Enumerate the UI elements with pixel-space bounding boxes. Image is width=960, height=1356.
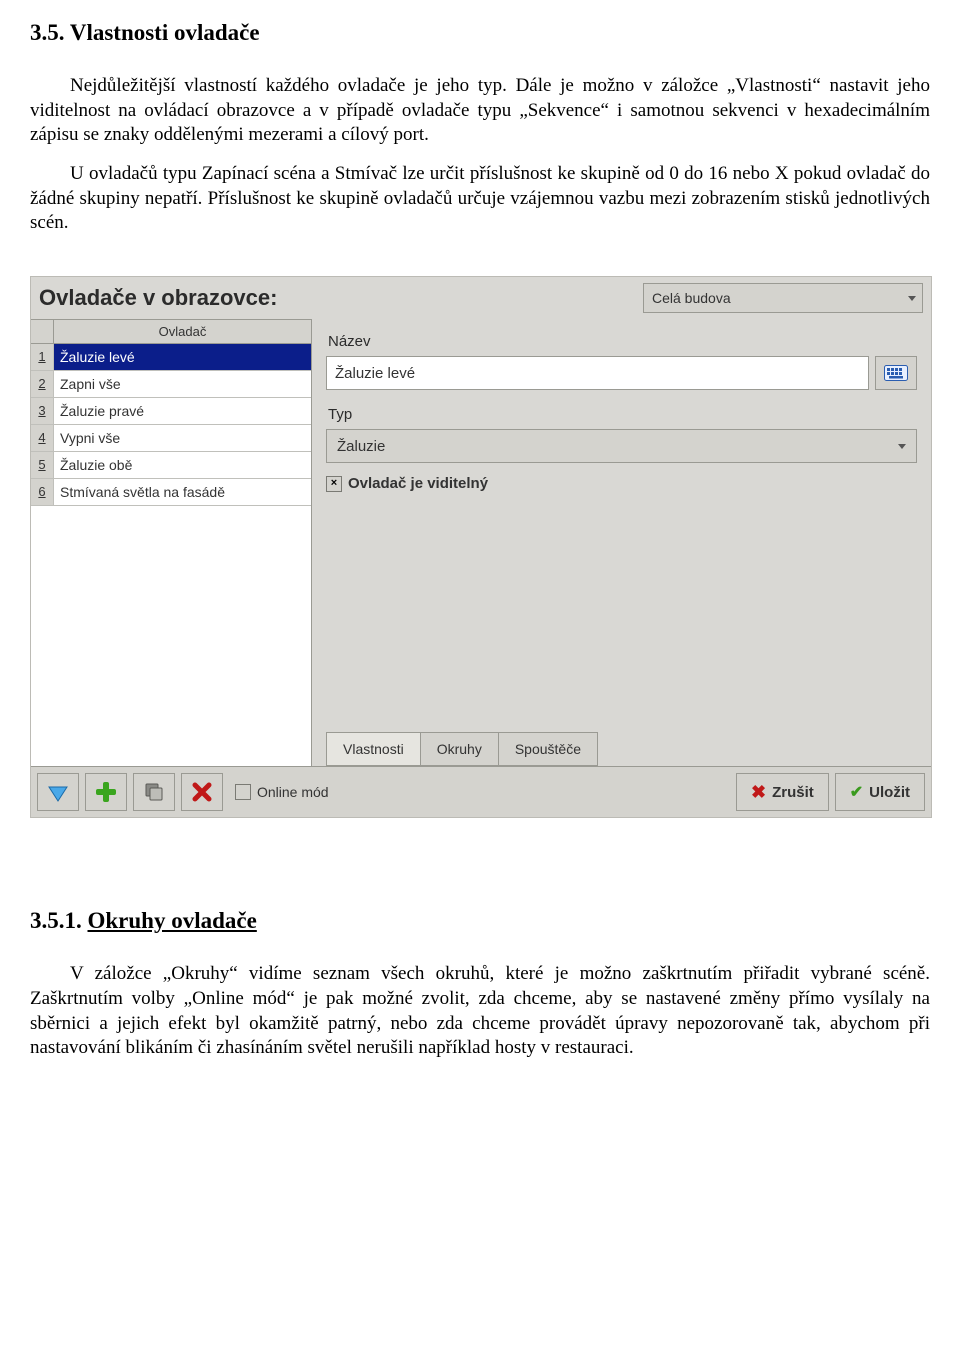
tabs: Vlastnosti Okruhy Spouštěče [326,732,917,766]
name-input[interactable]: Žaluzie levé [326,356,869,390]
copy-icon [143,781,165,803]
body-paragraph-2: U ovladačů typu Zapínací scéna a Stmívač… [30,162,930,236]
visible-checkbox-row[interactable]: × Ovladač je viditelný [326,475,917,492]
controllers-panel: Ovladače v obrazovce: Celá budova Ovlada… [30,276,932,818]
arrow-down-icon [47,781,69,803]
keyboard-icon [884,365,908,381]
online-mode-toggle[interactable]: Online mód [235,784,329,800]
row-number: 3 [31,398,54,424]
visible-checkbox[interactable]: × [326,476,342,492]
list-row[interactable]: 2 Zapni vše [31,371,311,398]
copy-button[interactable] [133,773,175,811]
chevron-down-icon [898,444,906,449]
scope-select[interactable]: Celá budova [643,283,923,313]
row-label: Žaluzie obě [54,452,311,478]
cancel-icon: ✖ [751,782,766,803]
tab-circuits[interactable]: Okruhy [420,732,499,766]
check-icon: ✔ [850,782,863,802]
row-label: Vypni vše [54,425,311,451]
row-label: Stmívaná světla na fasádě [54,479,311,505]
row-number: 4 [31,425,54,451]
list-row[interactable]: 4 Vypni vše [31,425,311,452]
sub-heading-text: Okruhy ovladače [88,908,257,933]
cancel-button[interactable]: ✖ Zrušit [736,773,829,811]
list-header-label: Ovladač [54,320,311,343]
tab-properties[interactable]: Vlastnosti [326,732,421,766]
type-select[interactable]: Žaluzie [326,429,917,463]
online-mode-checkbox[interactable] [235,784,251,800]
add-button[interactable] [85,773,127,811]
onscreen-keyboard-button[interactable] [875,356,917,390]
sub-heading: 3.5.1. Okruhy ovladače [30,908,930,934]
save-button[interactable]: ✔ Uložit [835,773,925,811]
row-label: Zapni vše [54,371,311,397]
row-number: 5 [31,452,54,478]
list-row[interactable]: 3 Žaluzie pravé [31,398,311,425]
form-column: Název Žaluzie levé Typ [312,319,931,766]
list-rows: 1 Žaluzie levé 2 Zapni vše 3 Žaluzie pra… [31,344,311,766]
visible-checkbox-label: Ovladač je viditelný [348,475,488,492]
sub-heading-number: 3.5.1. [30,908,82,933]
cancel-button-label: Zrušit [772,784,814,801]
move-down-button[interactable] [37,773,79,811]
panel-title: Ovladače v obrazovce: [39,285,277,311]
row-number: 2 [31,371,54,397]
online-mode-label: Online mód [257,784,329,800]
row-number: 1 [31,344,54,370]
panel-body: Ovladač 1 Žaluzie levé 2 Zapni vše 3 Žal… [31,319,931,766]
delete-button[interactable] [181,773,223,811]
list-header: Ovladač [31,320,311,344]
chevron-down-icon [908,296,916,301]
controller-list: Ovladač 1 Žaluzie levé 2 Zapni vše 3 Žal… [31,319,312,766]
plus-icon [94,780,118,804]
save-button-label: Uložit [869,784,910,801]
list-row[interactable]: 6 Stmívaná světla na fasádě [31,479,311,506]
panel-footer: Online mód ✖ Zrušit ✔ Uložit [31,766,931,817]
name-label: Název [328,333,917,350]
list-row[interactable]: 5 Žaluzie obě [31,452,311,479]
row-label: Žaluzie pravé [54,398,311,424]
panel-header: Ovladače v obrazovce: Celá budova [31,277,931,319]
name-input-value: Žaluzie levé [335,365,415,382]
row-label: Žaluzie levé [54,344,311,370]
type-select-value: Žaluzie [337,438,385,455]
scope-select-value: Celá budova [652,290,731,306]
list-header-num [31,320,54,343]
x-icon [191,781,213,803]
tab-triggers[interactable]: Spouštěče [498,732,598,766]
row-number: 6 [31,479,54,505]
body-paragraph-3: V záložce „Okruhy“ vidíme seznam všech o… [30,962,930,1061]
body-paragraph-1: Nejdůležitější vlastností každého ovlada… [30,74,930,148]
type-label: Typ [328,406,917,423]
section-heading: 3.5. Vlastnosti ovladače [30,20,930,46]
list-row[interactable]: 1 Žaluzie levé [31,344,311,371]
